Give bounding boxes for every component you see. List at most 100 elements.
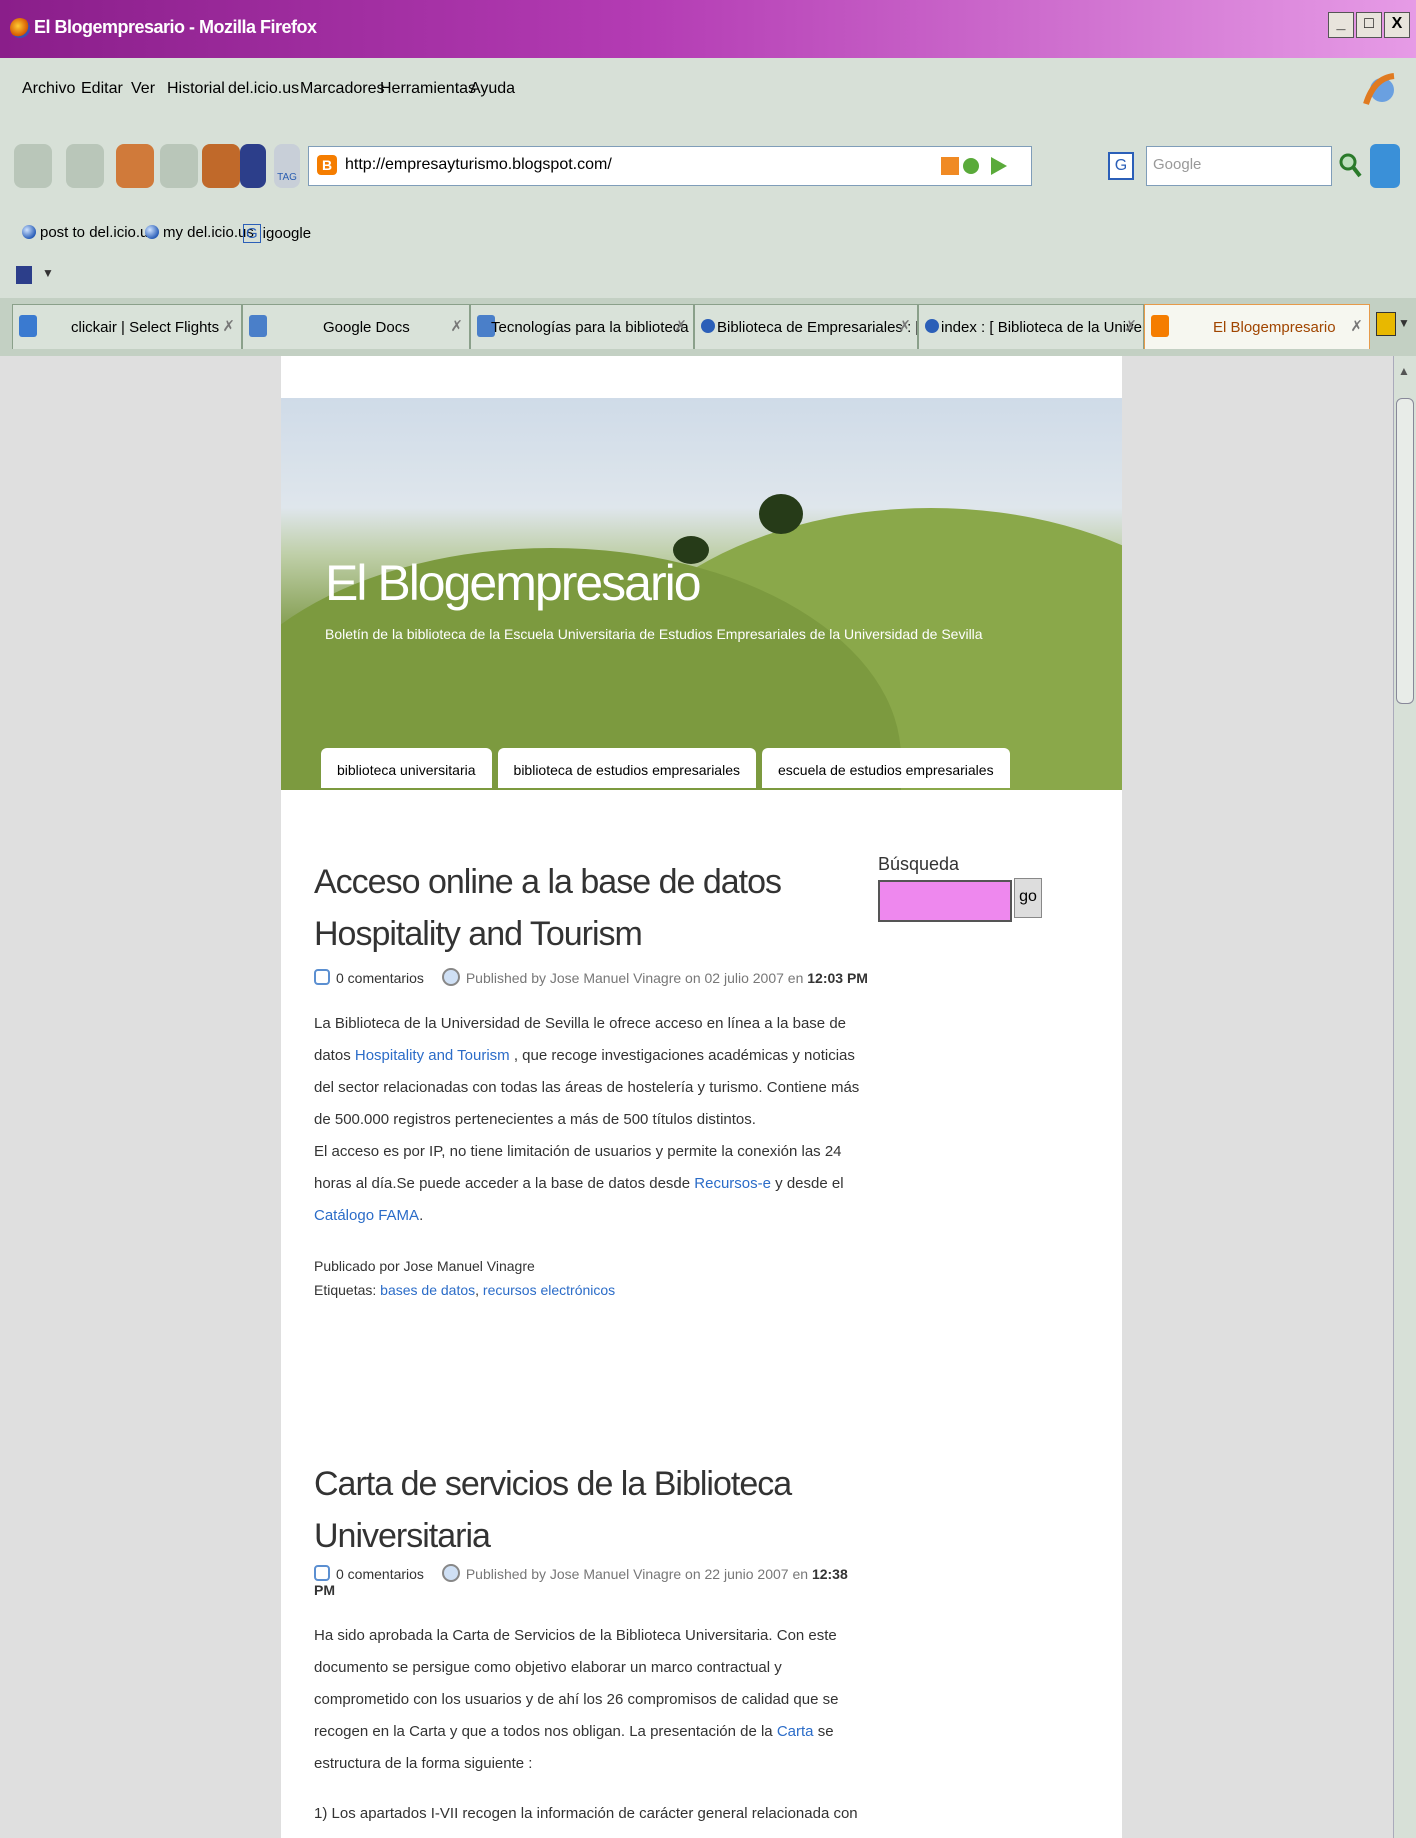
delicious-tag-icon[interactable] <box>16 266 32 284</box>
chevron-down-icon[interactable]: ▼ <box>42 266 54 280</box>
sidebar-search: Búsqueda go <box>878 854 1042 922</box>
hospitality-link[interactable]: Hospitality and Tourism <box>355 1047 510 1064</box>
search-engine-icon[interactable]: G <box>1108 152 1134 180</box>
tab-el-blogempresario[interactable]: El Blogempresario ✗ <box>1144 304 1370 349</box>
carta-link[interactable]: Carta <box>777 1723 814 1740</box>
tab-google-docs[interactable]: Google Docs ✗ <box>242 304 470 349</box>
menu-herramientas[interactable]: Herramientas <box>380 80 476 98</box>
bookmarks-toolbar: post to del.icio.us my del.icio.us Gigoo… <box>0 212 1416 255</box>
navigation-toolbar: TAG B http://empresayturismo.blogspot.co… <box>0 122 1416 213</box>
blog-nav: biblioteca universitaria biblioteca de e… <box>321 748 1010 788</box>
post-body: Ha sido aprobada la Carta de Servicios d… <box>314 1627 839 1772</box>
stop-icon[interactable] <box>160 144 198 188</box>
close-button[interactable]: X <box>1384 12 1410 38</box>
tab-bar: clickair | Select Flights ✗ Google Docs … <box>0 298 1416 358</box>
post-time[interactable]: 12:03 PM <box>807 970 868 986</box>
tree-image <box>759 494 803 534</box>
extra-toolbar: ▼ <box>0 254 1416 299</box>
scrollbar-thumb[interactable] <box>1396 398 1414 704</box>
post-title[interactable]: Carta de servicios de la Biblioteca Univ… <box>314 1458 869 1562</box>
throbber-icon <box>1363 73 1395 105</box>
globe-icon <box>925 319 939 333</box>
comment-icon <box>314 1565 330 1581</box>
post-meta: 0 comentarios Published by Jose Manuel V… <box>314 1564 869 1598</box>
tab-close-icon[interactable]: ✗ <box>898 317 911 335</box>
tab-clickair[interactable]: clickair | Select Flights ✗ <box>12 304 242 349</box>
nav-escuela-estudios-empresariales[interactable]: escuela de estudios empresariales <box>762 748 1010 788</box>
page-viewport: El Blogempresario Boletín de la bibliote… <box>0 356 1394 1838</box>
tab-list-icon[interactable] <box>1376 312 1396 336</box>
blog-header: El Blogempresario Boletín de la bibliote… <box>281 398 1122 790</box>
tag-link[interactable]: bases de datos <box>380 1282 475 1298</box>
blogger-icon: B <box>317 155 337 175</box>
tab-biblioteca-empresariales[interactable]: Biblioteca de Empresariales : [ B... ✗ <box>694 304 918 349</box>
tab-close-icon[interactable]: ✗ <box>674 317 687 335</box>
delicious-icon[interactable] <box>240 144 266 188</box>
clock-icon <box>441 968 460 986</box>
menu-historial[interactable]: Historial <box>167 80 225 98</box>
maximize-button[interactable]: □ <box>1356 12 1382 38</box>
post-body: 1) Los apartados I-VII recogen la inform… <box>314 1805 866 1838</box>
firefox-icon <box>10 18 30 38</box>
comments-link[interactable]: 0 comentarios <box>336 970 424 986</box>
published-text: Published by Jose Manuel Vinagre on 02 j… <box>465 970 804 986</box>
blog-description: Boletín de la biblioteca de la Escuela U… <box>325 626 983 642</box>
menu-delicious[interactable]: del.icio.us <box>228 80 299 98</box>
comments-link[interactable]: 0 comentarios <box>336 1566 424 1582</box>
tab-close-icon[interactable]: ✗ <box>450 317 463 335</box>
tag-link[interactable]: recursos electrónicos <box>483 1282 615 1298</box>
vertical-scrollbar[interactable]: ▲ <box>1393 356 1416 1838</box>
home-icon[interactable] <box>202 144 240 188</box>
bookmark-igoogle[interactable]: Gigoogle <box>243 224 311 243</box>
rss-go-icons[interactable] <box>941 155 1021 177</box>
back-icon[interactable] <box>14 144 52 188</box>
search-icon[interactable] <box>1338 152 1362 180</box>
nav-biblioteca-universitaria[interactable]: biblioteca universitaria <box>321 748 492 788</box>
post-footer: Publicado por Jose Manuel Vinagre Etique… <box>314 1254 869 1302</box>
globe-icon <box>701 319 715 333</box>
window-titlebar: El Blogempresario - Mozilla Firefox _ □ … <box>0 0 1416 58</box>
globe-icon <box>22 225 36 239</box>
skype-icon[interactable] <box>1370 144 1400 188</box>
search-input[interactable]: Google <box>1146 146 1332 186</box>
recursos-e-link[interactable]: Recursos-e <box>694 1175 771 1192</box>
menu-bar: Archivo Editar Ver Historial del.icio.us… <box>0 58 1416 123</box>
window-title: El Blogempresario - Mozilla Firefox <box>34 17 317 37</box>
tab-close-icon[interactable]: ✗ <box>222 317 235 335</box>
google-icon: G <box>243 224 261 243</box>
blog-title[interactable]: El Blogempresario <box>325 554 702 612</box>
menu-marcadores[interactable]: Marcadores <box>300 80 384 98</box>
post-author: Publicado por Jose Manuel Vinagre <box>314 1258 535 1274</box>
post: Acceso online a la base de datos Hospita… <box>314 856 869 1302</box>
blog-search-input[interactable] <box>878 880 1012 922</box>
catalogo-fama-link[interactable]: Catálogo FAMA <box>314 1207 419 1224</box>
tab-close-icon[interactable]: ✗ <box>1124 317 1137 335</box>
minimize-button[interactable]: _ <box>1328 12 1354 38</box>
chevron-down-icon[interactable]: ▼ <box>1398 316 1410 330</box>
bookmark-post-delicious[interactable]: post to del.icio.us <box>22 224 156 241</box>
menu-ayuda[interactable]: Ayuda <box>470 80 515 98</box>
scroll-up-icon[interactable]: ▲ <box>1398 364 1410 378</box>
go-button[interactable]: go <box>1014 878 1042 918</box>
post-tags: Etiquetas: bases de datos, recursos elec… <box>314 1282 616 1298</box>
blog-page: El Blogempresario Boletín de la bibliote… <box>281 356 1122 1838</box>
bookmark-my-delicious[interactable]: my del.icio.us <box>145 224 254 241</box>
tab-index-biblioteca[interactable]: index : [ Biblioteca de la Univers... ✗ <box>918 304 1144 349</box>
search-placeholder: Google <box>1153 156 1202 173</box>
forward-icon[interactable] <box>66 144 104 188</box>
menu-editar[interactable]: Editar <box>81 80 123 98</box>
nav-biblioteca-estudios-empresariales[interactable]: biblioteca de estudios empresariales <box>497 748 756 788</box>
published-text: Published by Jose Manuel Vinagre on 22 j… <box>465 1566 809 1582</box>
tab-tecnologias[interactable]: Tecnologías para la biblioteca 2.... ✗ <box>470 304 694 349</box>
url-bar[interactable]: B http://empresayturismo.blogspot.com/ <box>308 146 1032 186</box>
menu-archivo[interactable]: Archivo <box>22 80 75 98</box>
post-title[interactable]: Acceso online a la base de datos Hospita… <box>314 856 869 960</box>
menu-ver[interactable]: Ver <box>131 80 155 98</box>
tag-icon[interactable]: TAG <box>274 144 300 188</box>
post-meta: 0 comentarios Published by Jose Manuel V… <box>314 968 869 986</box>
tab-close-icon[interactable]: ✗ <box>1350 317 1363 335</box>
reload-icon[interactable] <box>116 144 154 188</box>
post: Carta de servicios de la Biblioteca Univ… <box>314 1458 869 1838</box>
comment-icon <box>314 969 330 985</box>
url-text[interactable]: http://empresayturismo.blogspot.com/ <box>345 156 612 174</box>
